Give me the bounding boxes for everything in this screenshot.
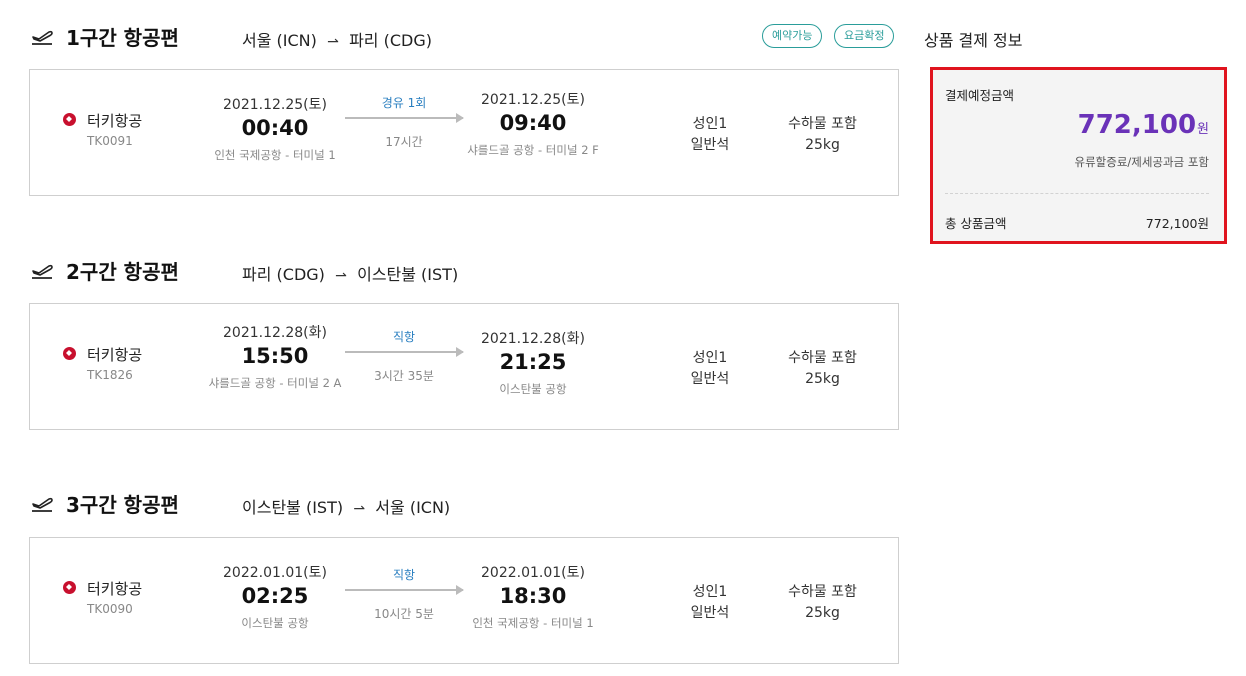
route-from: 파리 (CDG) [242, 265, 325, 284]
departure-date: 2021.12.25(토) [223, 97, 327, 113]
baggage-weight: 25kg [805, 371, 840, 387]
arrival-time: 18:30 [499, 584, 567, 608]
arrival-airport: 인천 국제공항 - 터미널 1 [472, 616, 594, 630]
cabin-class: 일반석 [690, 137, 730, 153]
passenger-count: 성인1 [692, 116, 728, 132]
baggage-info: 수하물 포함 25kg [770, 348, 875, 390]
arrival-date: 2022.01.01(토) [481, 565, 585, 581]
total-price-value: 772,100원 [1145, 216, 1209, 231]
departure-info: 2022.01.01(토) 02:25 이스탄불 공항 [200, 562, 350, 630]
plane-takeoff-icon [32, 30, 53, 45]
stops-label: 직항 [392, 568, 416, 582]
departure-time: 00:40 [241, 116, 309, 140]
stops-label: 직항 [392, 330, 416, 344]
route-from: 이스탄불 (IST) [242, 498, 344, 517]
baggage-weight: 25kg [805, 605, 840, 621]
route-arrow-icon: ⇀ [353, 501, 366, 517]
currency-unit: 원 [1197, 122, 1209, 137]
segment-3-header: 3구간 항공편 이스탄불 (IST) ⇀ 서울 (ICN) [30, 489, 900, 519]
badge-bookable: 예약가능 [762, 24, 823, 48]
fee-included-note: 유류할증료/제세공과금 포함 [1074, 155, 1210, 169]
expected-amount: 772,100원 [1078, 110, 1209, 140]
passenger-info: 성인1 일반석 [670, 582, 750, 624]
departure-date: 2022.01.01(토) [223, 565, 327, 581]
plane-takeoff-icon [32, 264, 53, 279]
passenger-count: 성인1 [692, 350, 728, 366]
departure-airport: 이스탄불 공항 [241, 616, 309, 630]
flight-arrow-icon [345, 347, 464, 357]
flight-card-2: 터키항공 TK1826 2021.12.28(화) 15:50 샤를드골 공항 … [29, 303, 899, 430]
passenger-info: 성인1 일반석 [670, 348, 750, 390]
flight-number: TK1826 [87, 368, 133, 382]
route-to: 서울 (ICN) [375, 498, 451, 517]
flight-card-3: 터키항공 TK0090 2022.01.01(토) 02:25 이스탄불 공항 … [29, 537, 899, 664]
segment-route: 서울 (ICN) ⇀ 파리 (CDG) [242, 27, 432, 51]
cabin-class: 일반석 [690, 605, 730, 621]
departure-info: 2021.12.28(화) 15:50 샤를드골 공항 - 터미널 2 A [200, 322, 350, 390]
departure-time: 15:50 [241, 344, 309, 368]
cabin-class: 일반석 [690, 371, 730, 387]
baggage-weight: 25kg [805, 137, 840, 153]
turkish-airlines-logo [63, 113, 76, 126]
arrival-date: 2021.12.25(토) [481, 92, 585, 108]
payment-summary-title: 상품 결제 정보 [924, 31, 1023, 50]
flight-arrow-icon [345, 585, 464, 595]
route-arrow-icon: ⇀ [335, 268, 347, 284]
arrival-airport: 이스탄불 공항 [499, 382, 567, 396]
payment-summary-box: 결제예정금액 772,100원 유류할증료/제세공과금 포함 총 상품금액 77… [930, 67, 1227, 244]
stops-label: 경유 1회 [381, 96, 427, 110]
flight-path: 직항 10시간 5분 [343, 566, 465, 622]
plane-takeoff-icon [32, 497, 53, 512]
flight-duration: 17시간 [385, 135, 423, 149]
arrival-info: 2021.12.28(화) 21:25 이스탄불 공항 [458, 328, 608, 396]
flight-card-1: 터키항공 TK0091 2021.12.25(토) 00:40 인천 국제공항 … [29, 69, 899, 196]
departure-airport: 인천 국제공항 - 터미널 1 [214, 148, 336, 162]
total-price-label: 총 상품금액 [945, 216, 1007, 231]
arrival-info: 2022.01.01(토) 18:30 인천 국제공항 - 터미널 1 [458, 562, 608, 630]
segment-title: 3구간 항공편 [66, 493, 179, 517]
segment-title: 1구간 항공편 [66, 26, 179, 50]
airline-name: 터키항공 [87, 346, 143, 364]
airline-name: 터키항공 [87, 112, 143, 130]
segment-2-header: 2구간 항공편 파리 (CDG) ⇀ 이스탄불 (IST) [30, 256, 900, 286]
route-to: 파리 (CDG) [349, 31, 432, 50]
expected-amount-label: 결제예정금액 [945, 88, 1015, 103]
baggage-label: 수하물 포함 [788, 584, 857, 600]
baggage-label: 수하물 포함 [788, 350, 857, 366]
flight-path: 경유 1회 17시간 [343, 94, 465, 150]
passenger-count: 성인1 [692, 584, 728, 600]
amount-value: 772,100 [1077, 110, 1197, 140]
arrival-time: 09:40 [499, 111, 567, 135]
segment-route: 이스탄불 (IST) ⇀ 서울 (ICN) [242, 494, 450, 518]
segment-1-header: 1구간 항공편 서울 (ICN) ⇀ 파리 (CDG) 예약가능 요금확정 [30, 22, 900, 52]
turkish-airlines-logo [63, 581, 76, 594]
segment-route: 파리 (CDG) ⇀ 이스탄불 (IST) [242, 261, 458, 285]
passenger-info: 성인1 일반석 [670, 114, 750, 156]
baggage-label: 수하물 포함 [788, 116, 857, 132]
departure-date: 2021.12.28(화) [223, 325, 327, 341]
departure-airport: 샤를드골 공항 - 터미널 2 A [208, 376, 342, 390]
flight-path: 직항 3시간 35분 [343, 328, 465, 384]
baggage-info: 수하물 포함 25kg [770, 114, 875, 156]
flight-number: TK0091 [87, 134, 133, 148]
flight-number: TK0090 [87, 602, 133, 616]
arrival-date: 2021.12.28(화) [481, 331, 585, 347]
airline-name: 터키항공 [87, 580, 143, 598]
turkish-airlines-logo [63, 347, 76, 360]
departure-info: 2021.12.25(토) 00:40 인천 국제공항 - 터미널 1 [200, 94, 350, 162]
flight-duration: 3시간 35분 [374, 369, 434, 383]
arrival-airport: 샤를드골 공항 - 터미널 2 F [467, 143, 599, 157]
badge-fare-confirmed: 요금확정 [834, 24, 895, 48]
route-to: 이스탄불 (IST) [357, 265, 459, 284]
route-from: 서울 (ICN) [242, 31, 317, 50]
arrival-time: 21:25 [499, 350, 567, 374]
summary-divider [945, 193, 1209, 194]
flight-duration: 10시간 5분 [374, 607, 434, 621]
departure-time: 02:25 [241, 584, 309, 608]
arrival-info: 2021.12.25(토) 09:40 샤를드골 공항 - 터미널 2 F [458, 89, 608, 157]
flight-arrow-icon [345, 113, 464, 123]
segment-title: 2구간 항공편 [66, 260, 179, 284]
route-arrow-icon: ⇀ [327, 34, 339, 50]
baggage-info: 수하물 포함 25kg [770, 582, 875, 624]
